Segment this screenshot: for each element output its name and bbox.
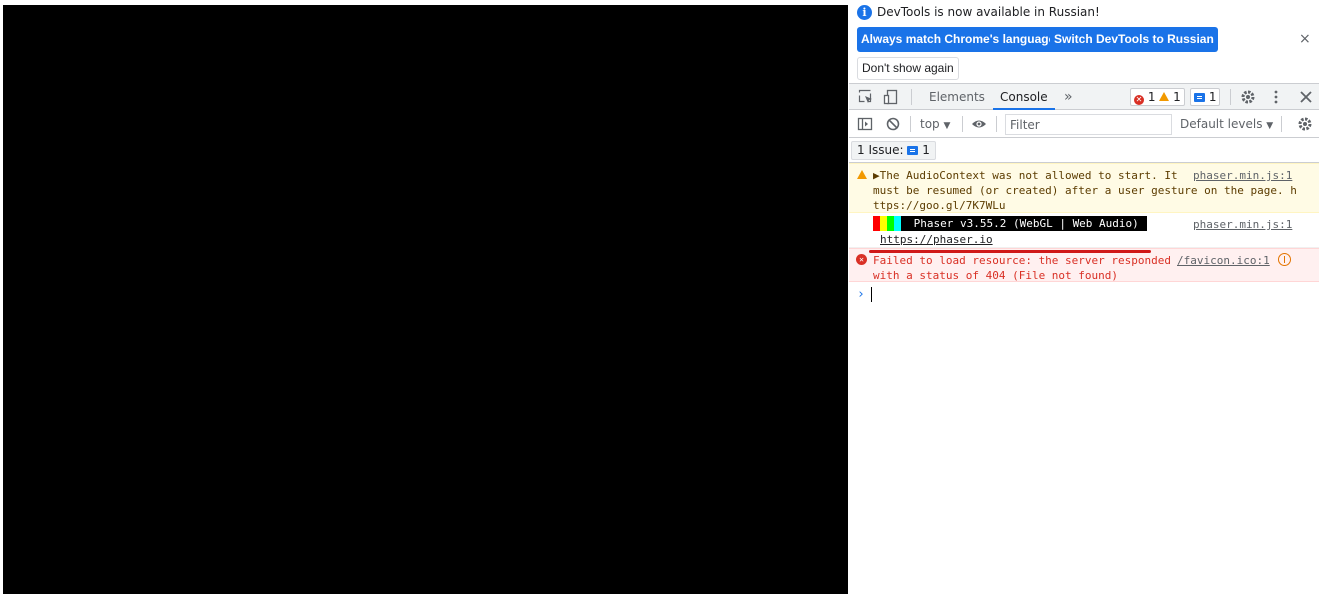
tab-console[interactable]: Console (993, 84, 1055, 110)
devtools-tabbar: Elements Console » ✕ 1 1 1 (849, 84, 1319, 110)
filter-input[interactable] (1005, 114, 1172, 135)
console-prompt-chevron: › (857, 287, 865, 302)
console-message-warning[interactable]: ▶The AudioContext was not allowed to sta… (849, 163, 1319, 213)
settings-gear-icon[interactable] (1240, 89, 1256, 105)
customize-menu-icon[interactable] (1268, 89, 1284, 105)
chevron-down-icon: ▼ (1266, 121, 1274, 131)
source-link[interactable]: /favicon.ico:1 (1177, 253, 1270, 268)
inspect-element-icon[interactable] (858, 89, 874, 105)
console-input-caret[interactable] (871, 287, 872, 302)
banner-bar-green (887, 216, 894, 231)
message-icon (1194, 93, 1205, 102)
console-message-error[interactable]: ✕ Failed to load resource: the server re… (849, 248, 1319, 282)
error-warning-counter[interactable]: ✕ 1 1 (1130, 88, 1185, 106)
language-infobar: i DevTools is now available in Russian! … (849, 0, 1319, 84)
console-message-log[interactable]: Phaser v3.55.2 (WebGL | Web Audio) https… (849, 213, 1319, 248)
infobar-message: DevTools is now available in Russian! (877, 5, 1100, 19)
device-toolbar-icon[interactable] (883, 89, 899, 105)
chevron-down-icon: ▼ (943, 121, 951, 131)
console-toolbar: top ▼ Default levels ▼ (849, 111, 1319, 138)
error-icon: ✕ (1134, 95, 1144, 105)
info-icon: i (857, 5, 872, 20)
show-sidebar-icon[interactable] (857, 116, 873, 132)
issues-button[interactable]: 1 Issue: 1 (851, 141, 936, 160)
network-request-icon[interactable] (1278, 253, 1291, 266)
phaser-link[interactable]: https://phaser.io (880, 232, 993, 247)
banner-bar-red (873, 216, 880, 231)
close-devtools-icon[interactable] (1298, 89, 1314, 105)
context-selector[interactable]: top ▼ (920, 111, 950, 138)
dont-show-again-button[interactable]: Don't show again (857, 57, 959, 80)
source-link[interactable]: phaser.min.js:1 (1193, 168, 1292, 183)
devtools-panel: i DevTools is now available in Russian! … (849, 0, 1319, 594)
switch-to-russian-button[interactable]: Switch DevTools to Russian (1050, 27, 1218, 52)
always-match-language-button[interactable]: Always match Chrome's language (857, 27, 1060, 52)
warning-icon (857, 170, 867, 179)
banner-bar-cyan (894, 216, 901, 231)
error-icon: ✕ (856, 254, 867, 265)
close-infobar-icon[interactable]: × (1299, 31, 1311, 47)
issues-bar: 1 Issue: 1 (849, 138, 1319, 163)
banner-bar-yellow (880, 216, 887, 231)
console-settings-gear-icon[interactable] (1297, 116, 1313, 132)
issue-icon (907, 146, 919, 155)
warning-icon (1159, 92, 1170, 101)
clear-console-icon[interactable] (885, 116, 901, 132)
game-canvas[interactable] (3, 5, 848, 594)
more-tabs-icon[interactable]: » (1057, 84, 1080, 110)
console-messages: ▶The AudioContext was not allowed to sta… (849, 163, 1319, 302)
source-link[interactable]: phaser.min.js:1 (1193, 217, 1292, 232)
message-counter[interactable]: 1 (1190, 88, 1221, 106)
log-levels-dropdown[interactable]: Default levels ▼ (1180, 111, 1273, 138)
tab-elements[interactable]: Elements (922, 84, 992, 110)
phaser-banner: Phaser v3.55.2 (WebGL | Web Audio) (873, 216, 1147, 231)
phaser-version-text: Phaser v3.55.2 (WebGL | Web Audio) (901, 216, 1147, 231)
live-expression-eye-icon[interactable] (971, 116, 987, 132)
red-annotation-underline (869, 250, 1151, 253)
